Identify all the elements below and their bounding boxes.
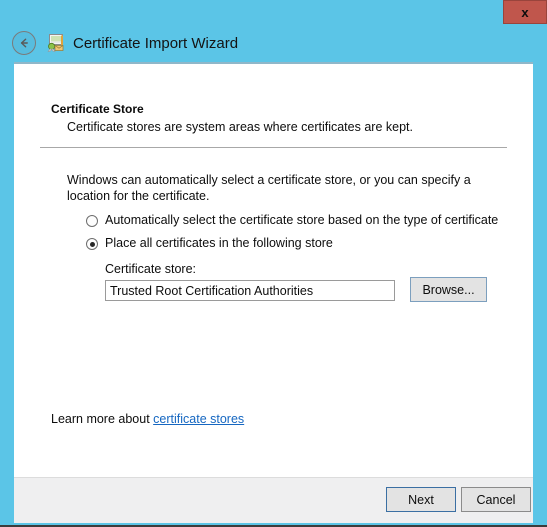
instruction-text: Windows can automatically select a certi… xyxy=(67,173,471,203)
browse-button[interactable]: Browse... xyxy=(410,277,487,302)
certificate-store-input[interactable] xyxy=(105,280,395,301)
learn-more-prefix: Learn more about xyxy=(51,412,154,426)
page-title: Certificate Store xyxy=(51,102,144,116)
content-panel: Certificate Store Certificate stores are… xyxy=(14,62,533,477)
window-title: Certificate Import Wizard xyxy=(73,34,239,52)
header-divider xyxy=(40,147,507,148)
page-subtitle: Certificate stores are system areas wher… xyxy=(67,120,413,134)
certificate-icon xyxy=(47,34,64,53)
radio-place-in-store[interactable]: Place all certificates in the following … xyxy=(86,236,333,250)
certificate-store-label: Certificate store: xyxy=(105,262,197,276)
cancel-button[interactable]: Cancel xyxy=(461,487,531,512)
next-button[interactable]: Next xyxy=(386,487,456,512)
learn-more-text: Learn more about certificate stores xyxy=(51,412,244,426)
close-button[interactable]: x xyxy=(503,0,547,24)
radio-indicator-auto[interactable] xyxy=(86,215,98,227)
radio-indicator-place[interactable] xyxy=(86,238,98,250)
back-arrow-icon[interactable] xyxy=(12,31,36,55)
radio-auto-select-store[interactable]: Automatically select the certificate sto… xyxy=(86,213,498,227)
radio-place-label: Place all certificates in the following … xyxy=(105,236,333,250)
title-bar: Certificate Import Wizard xyxy=(0,24,547,62)
radio-auto-label: Automatically select the certificate sto… xyxy=(105,213,499,227)
certificate-stores-link[interactable]: certificate stores xyxy=(153,412,244,426)
footer-bar: Next Cancel xyxy=(14,477,533,523)
wizard-window: x Certificate Import Wizard Certificate … xyxy=(0,0,547,527)
